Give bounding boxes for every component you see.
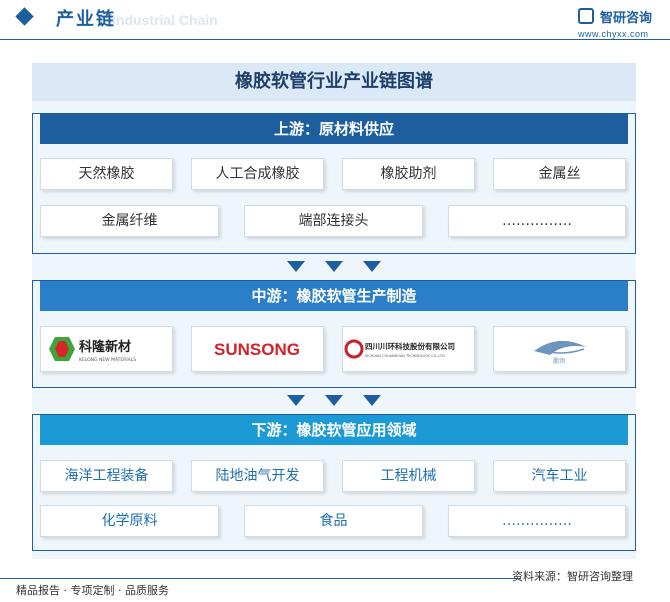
down-arrow-icon [363, 261, 381, 272]
upstream-title: 上游：原材料供应 [40, 114, 628, 144]
down-arrow-icon [287, 261, 305, 272]
chuanhuan-logo-icon: 四川川环科技股份有限公司 SICHUAN CHUANHUAN TECHNOLOG… [344, 339, 455, 359]
downstream-item: …………… [448, 505, 626, 537]
kelong-sub: KELONG NEW MATERIALS [79, 357, 136, 363]
company-logo-kelong: 科隆新材 KELONG NEW MATERIALS [40, 326, 173, 372]
company-logo-sunsong: SUNSONG [191, 326, 324, 372]
company-logo-chuanhuan: 四川川环科技股份有限公司 SICHUAN CHUANHUAN TECHNOLOG… [342, 326, 475, 372]
chuanhuan-name: 四川川环科技股份有限公司 [365, 341, 455, 351]
downstream-item: 海洋工程装备 [40, 460, 173, 492]
company-logo-pengling: 鹏翎 [493, 326, 626, 372]
upstream-item: 天然橡胶 [40, 158, 173, 190]
kelong-name: 科隆新材 [79, 339, 131, 355]
upstream-item: 人工合成橡胶 [191, 158, 324, 190]
footer-slogan: 精品报告 · 专项定制 · 品质服务 [16, 584, 169, 597]
brand-url: www.chyxx.com [578, 29, 649, 39]
section-title: 产业链 [56, 9, 116, 30]
kelong-logo-icon: 科隆新材 KELONG NEW MATERIALS [49, 337, 136, 363]
sunsong-name: SUNSONG [214, 340, 300, 359]
downstream-item: 汽车工业 [493, 460, 626, 492]
diagram-title: 橡胶软管行业产业链图谱 [32, 63, 636, 101]
upstream-item: 端部连接头 [244, 205, 423, 237]
header-divider [0, 39, 670, 40]
brand-logo-icon [578, 8, 594, 24]
pengling-logo-icon: 鹏翎 [534, 340, 586, 365]
upstream-item: …………… [448, 205, 626, 237]
upstream-item: 金属纤维 [40, 205, 219, 237]
downstream-item: 食品 [244, 505, 423, 537]
chuanhuan-sub: SICHUAN CHUANHUAN TECHNOLOGY CO.,LTD [365, 354, 445, 358]
downstream-item: 陆地油气开发 [191, 460, 324, 492]
brand-name: 智研咨询 [600, 11, 653, 26]
down-arrow-icon [363, 395, 381, 406]
midstream-title: 中游：橡胶软管生产制造 [40, 281, 628, 311]
diamond-icon [15, 7, 34, 26]
upstream-item: 金属丝 [493, 158, 626, 190]
upstream-item: 橡胶助剂 [342, 158, 475, 190]
downstream-item: 化学原料 [40, 505, 219, 537]
source-note: 资料来源：智研咨询整理 [512, 570, 633, 583]
downstream-item: 工程机械 [342, 460, 475, 492]
down-arrow-icon [325, 261, 343, 272]
downstream-title: 下游：橡胶软管应用领域 [40, 415, 628, 445]
pengling-name: 鹏翎 [553, 357, 565, 365]
sunsong-logo-icon: SUNSONG [214, 340, 300, 359]
footer-divider [0, 578, 520, 579]
down-arrow-icon [325, 395, 343, 406]
down-arrow-icon [287, 395, 305, 406]
section-subtitle: Industrial Chain [112, 12, 218, 28]
